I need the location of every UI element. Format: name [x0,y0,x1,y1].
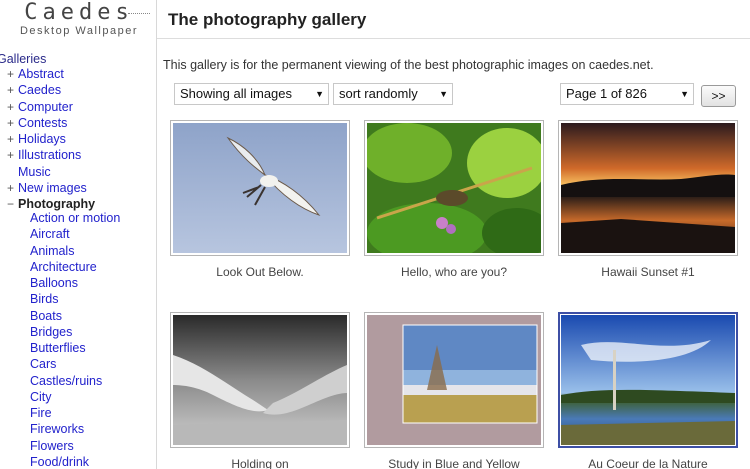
showing-select[interactable]: Showing all images ▼ [174,83,329,105]
logo-subtitle: Desktop Wallpaper [19,25,139,37]
winter-landscape-photo[interactable] [367,315,541,445]
subnav-item[interactable]: Castles/ruins [30,373,120,389]
nav-link[interactable]: Contests [18,116,67,130]
expand-icon[interactable]: + [7,99,18,115]
logo-rule [128,13,150,14]
dropdown-arrow-icon: ▼ [680,89,689,99]
nav-link[interactable]: Music [18,165,51,179]
subnav-item[interactable]: Butterflies [30,340,120,356]
dropdown-arrow-icon: ▼ [439,89,448,99]
subnav-item[interactable]: Flowers [30,438,120,454]
site-logo[interactable]: Caedes Desktop Wallpaper [6,2,152,38]
thumbnail-image-link[interactable] [558,120,738,256]
nav-item-new-images[interactable]: + New images [7,180,95,196]
nav-item-illustrations[interactable]: + Illustrations [7,147,95,163]
subnav-item[interactable]: Action or motion [30,210,120,226]
holding-hands-photo[interactable] [173,315,347,445]
subnav-item[interactable]: Fire [30,405,120,421]
page-select-value: Page 1 of 826 [566,86,647,101]
thumbnail-caption[interactable]: Hello, who are you? [364,265,544,279]
next-page-button[interactable]: >> [701,85,736,107]
gallery-thumbnail: Holding on [170,312,350,469]
page-title: The photography gallery [168,10,367,29]
dragonfly-photo[interactable] [367,123,541,253]
gallery-thumbnail: Hello, who are you? [364,120,544,279]
page-select[interactable]: Page 1 of 826 ▼ [560,83,694,105]
thumbnail-image-link[interactable] [170,120,350,256]
nav-item-music[interactable]: Music [7,164,95,180]
bird-photo[interactable] [173,123,347,253]
subnav-item[interactable]: Food/drink [30,454,120,469]
main-content: The photography gallery This gallery is … [157,0,750,469]
thumbnail-image-link[interactable] [558,312,738,448]
subnav-item[interactable]: Aircraft [30,226,120,242]
nav-item-computer[interactable]: + Computer [7,99,95,115]
thumbnail-caption[interactable]: Au Coeur de la Nature [558,457,738,469]
expand-icon[interactable]: + [7,180,18,196]
dropdown-arrow-icon: ▼ [315,89,324,99]
gallery-thumbnail: Au Coeur de la Nature [558,312,738,469]
thumbnail-caption[interactable]: Hawaii Sunset #1 [558,265,738,279]
expand-icon[interactable]: + [7,131,18,147]
subnav-item[interactable]: Fireworks [30,421,120,437]
thumbnail-image-link[interactable] [170,312,350,448]
thumbnail-caption[interactable]: Study in Blue and Yellow [364,457,544,469]
thumbnail-image-link[interactable] [364,312,544,448]
gallery-intro: This gallery is for the permanent viewin… [163,58,654,72]
subnav-item[interactable]: City [30,389,120,405]
subnav-item[interactable]: Architecture [30,259,120,275]
nature-lake-photo[interactable] [561,315,735,445]
subnav-item[interactable]: Boats [30,308,120,324]
showing-select-value: Showing all images [180,86,293,101]
nav-link[interactable]: Abstract [18,67,64,81]
gallery-nav: + Abstract + Caedes + Computer + Contests + H… [7,66,95,213]
thumbnail-caption[interactable]: Look Out Below. [170,265,350,279]
expand-icon[interactable]: + [7,115,18,131]
sort-select-value: sort randomly [339,86,418,101]
sunset-photo[interactable] [561,123,735,253]
nav-link[interactable]: Computer [18,100,73,114]
nav-link[interactable]: New images [18,181,87,195]
nav-item-abstract[interactable]: + Abstract [7,66,95,82]
title-divider [157,38,750,39]
nav-link[interactable]: Illustrations [18,148,81,162]
collapse-icon[interactable]: − [7,196,18,212]
gallery-thumbnail: Study in Blue and Yellow [364,312,544,469]
subnav-item[interactable]: Birds [30,291,120,307]
sidebar: Caedes Desktop Wallpaper Galleries + Abst… [0,0,157,469]
thumbnail-image-link[interactable] [364,120,544,256]
expand-icon[interactable]: + [7,147,18,163]
nav-link[interactable]: Holidays [18,132,66,146]
nav-item-contests[interactable]: + Contests [7,115,95,131]
subnav-item[interactable]: Bridges [30,324,120,340]
nav-link[interactable]: Caedes [18,83,61,97]
subnav-item[interactable]: Balloons [30,275,120,291]
expand-icon[interactable]: + [7,66,18,82]
photography-subnav: Action or motion Aircraft Animals Archit… [30,210,120,469]
nav-item-caedes[interactable]: + Caedes [7,82,95,98]
subnav-item[interactable]: Cars [30,356,120,372]
expand-icon[interactable]: + [7,82,18,98]
gallery-thumbnail: Hawaii Sunset #1 [558,120,738,279]
sort-select[interactable]: sort randomly ▼ [333,83,453,105]
thumbnail-caption[interactable]: Holding on [170,457,350,469]
subnav-item[interactable]: Animals [30,243,120,259]
galleries-heading: Galleries [0,52,47,66]
nav-item-holidays[interactable]: + Holidays [7,131,95,147]
gallery-thumbnail: Look Out Below. [170,120,350,279]
